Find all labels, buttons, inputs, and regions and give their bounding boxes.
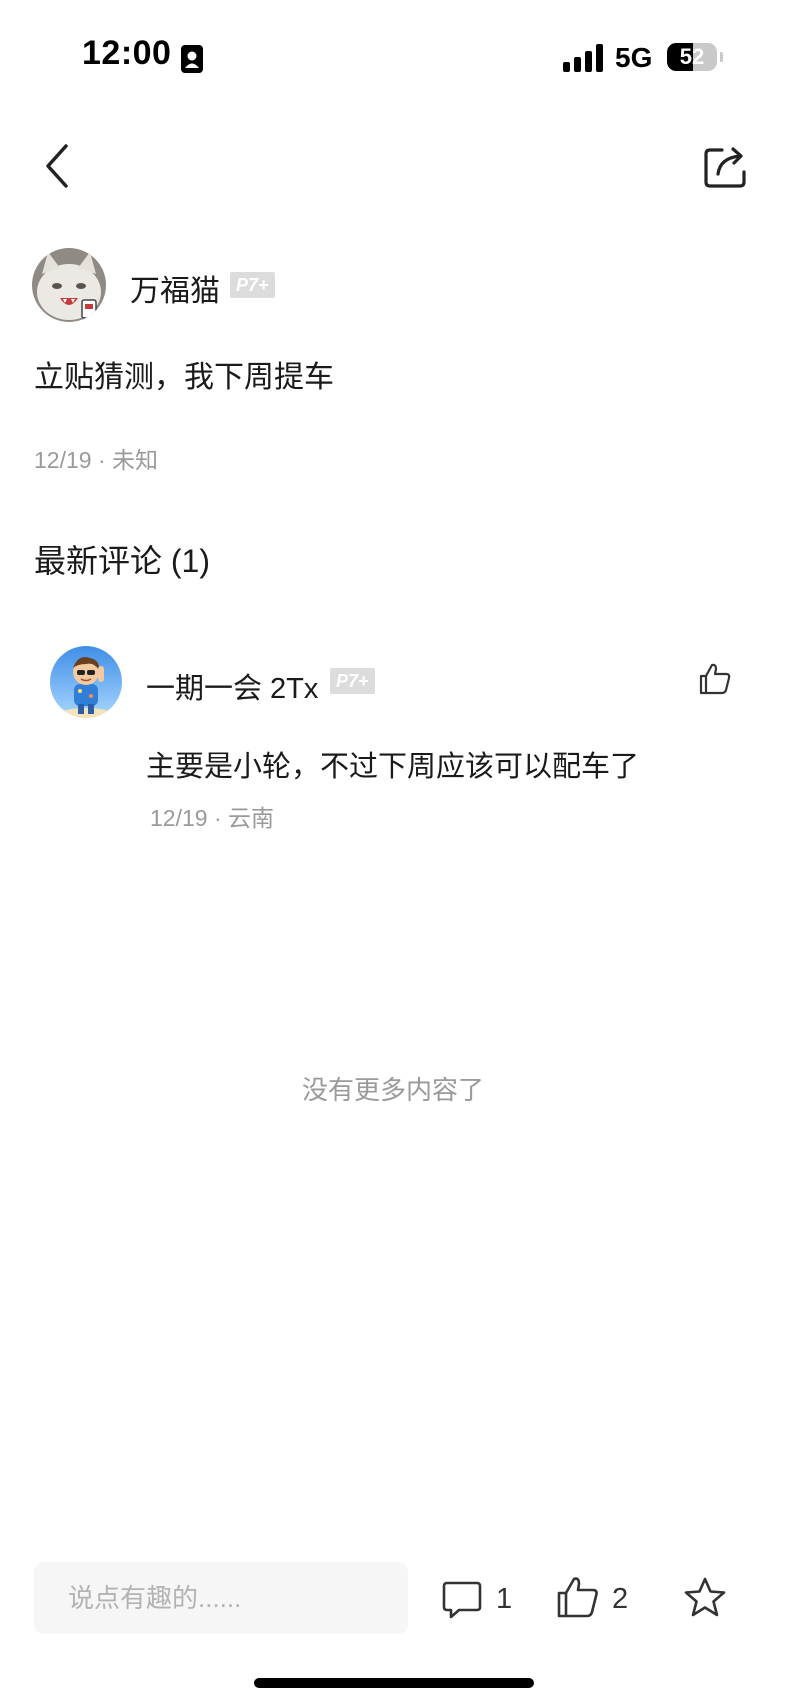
battery-icon: 52 bbox=[667, 43, 723, 71]
cat-avatar-icon bbox=[32, 248, 106, 322]
like-count: 2 bbox=[612, 1583, 629, 1615]
comment-bubble-icon[interactable] bbox=[441, 1579, 483, 1621]
comment-count: 1 bbox=[496, 1583, 513, 1615]
cartoon-boy-avatar-icon bbox=[50, 646, 122, 718]
post-content: 立贴猜测，我下周提车 bbox=[34, 361, 334, 394]
comment-level-badge: P7+ bbox=[330, 668, 375, 694]
status-time: 12:00 bbox=[82, 34, 172, 72]
cellular-signal-icon bbox=[563, 44, 603, 72]
author-name[interactable]: 万福猫 bbox=[130, 266, 220, 310]
author-level-badge: P7+ bbox=[230, 272, 275, 298]
comment-text: 主要是小轮，不过下周应该可以配车了 bbox=[146, 751, 640, 783]
home-indicator[interactable] bbox=[254, 1678, 534, 1688]
author-avatar[interactable] bbox=[32, 248, 106, 322]
comment-meta: 12/19 · 云南 bbox=[150, 805, 274, 831]
favorite-star-button[interactable] bbox=[683, 1576, 727, 1620]
network-type: 5G bbox=[615, 42, 653, 73]
comment-like-button[interactable] bbox=[698, 662, 732, 696]
like-button[interactable] bbox=[556, 1575, 600, 1619]
comments-title: 最新评论 (1) bbox=[34, 543, 211, 579]
share-button[interactable] bbox=[700, 140, 752, 192]
post-meta: 12/19 · 未知 bbox=[34, 447, 158, 473]
comment-avatar[interactable] bbox=[50, 646, 122, 718]
back-button[interactable] bbox=[36, 138, 80, 194]
contact-card-icon bbox=[181, 45, 203, 73]
no-more-content: 没有更多内容了 bbox=[301, 1075, 484, 1105]
comment-input[interactable] bbox=[34, 1562, 408, 1634]
comment-author-name[interactable]: 一期一会 2Tx bbox=[146, 665, 318, 707]
battery-level: 52 bbox=[679, 44, 705, 69]
